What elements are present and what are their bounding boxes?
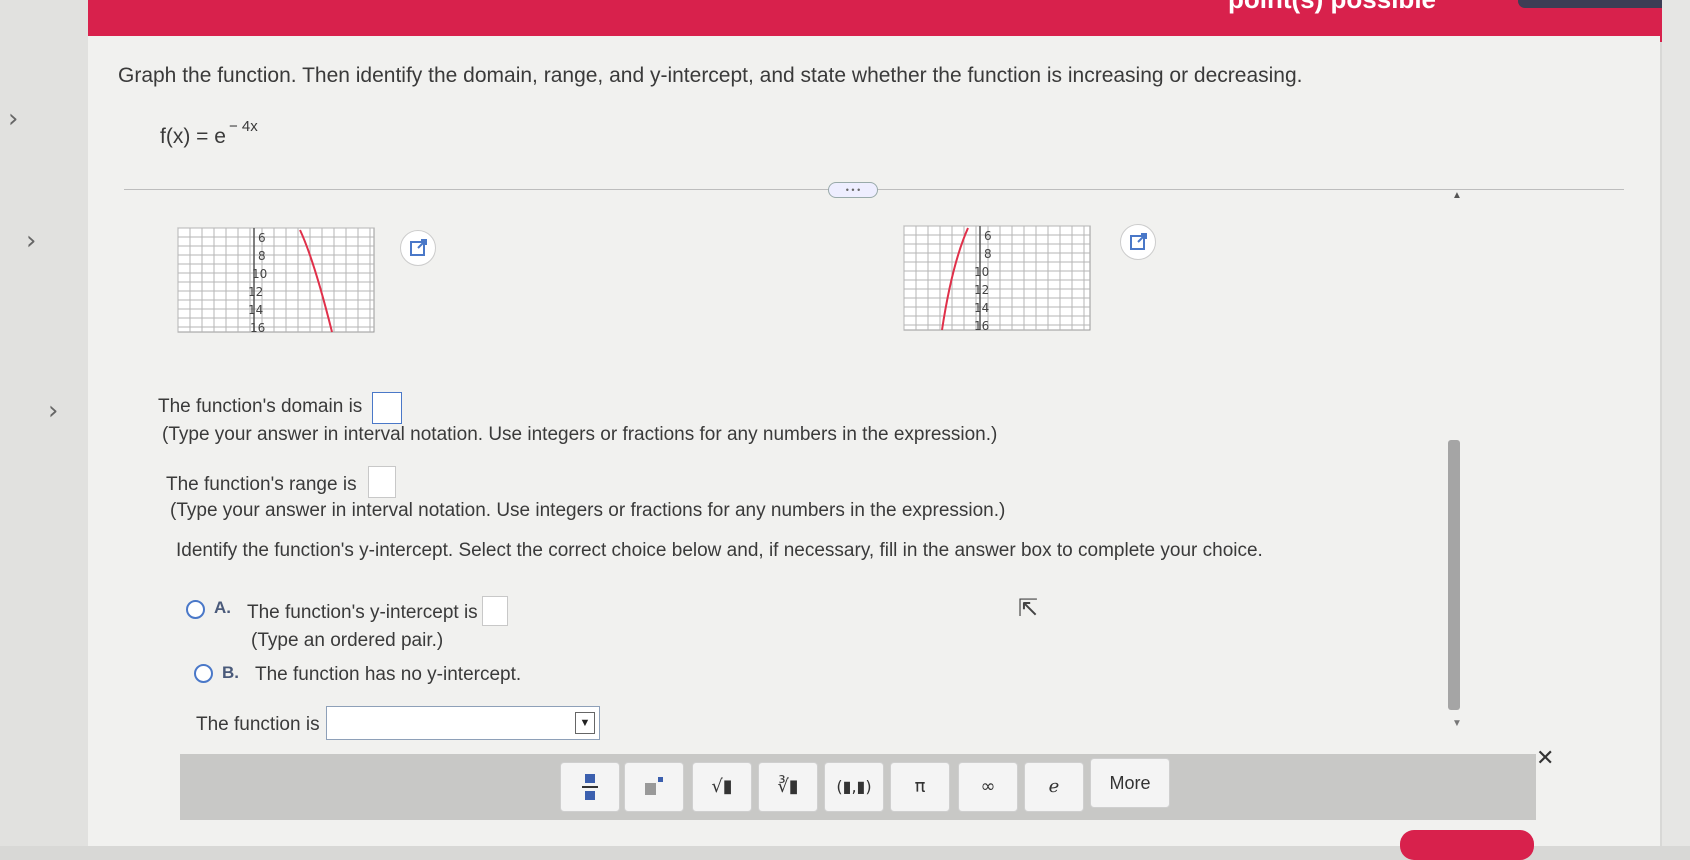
- points-possible-text: point(s) possible: [1228, 0, 1436, 15]
- range-answer-box[interactable]: [368, 466, 396, 498]
- graph-1-tick: 14: [248, 303, 263, 317]
- infinity-button[interactable]: ∞: [958, 762, 1018, 812]
- graph-1-tick: 6: [258, 231, 266, 245]
- function-exponent: − 4x: [228, 118, 258, 135]
- graph-2-tick: 16: [974, 319, 989, 332]
- choice-a-text: The function's y-intercept is: [247, 602, 478, 623]
- choice-b-text: The function has no y-intercept.: [255, 664, 522, 685]
- right-edge: [1662, 0, 1690, 846]
- exponent-button[interactable]: [624, 762, 684, 812]
- resize-handle[interactable]: • • •: [828, 182, 878, 198]
- dropdown-arrow-icon[interactable]: ▼: [575, 712, 595, 734]
- close-toolbar-icon[interactable]: ✕: [1536, 746, 1554, 771]
- expand-chevron-icon[interactable]: ›: [26, 226, 36, 256]
- next-button[interactable]: [1400, 830, 1534, 860]
- graph-1-tick: 12: [248, 285, 263, 299]
- graph-1-tick: 16: [250, 321, 265, 334]
- choice-b-radio[interactable]: [194, 664, 213, 683]
- increasing-decreasing-select[interactable]: ▼: [326, 706, 600, 740]
- question-prompt: Graph the function. Then identify the do…: [118, 64, 1303, 87]
- graph-2-tick: 6: [984, 229, 992, 243]
- graph-option-2[interactable]: 6 8 10 12 14 16: [902, 224, 1092, 332]
- scroll-down-arrow-icon[interactable]: ▼: [1452, 718, 1462, 729]
- domain-hint: (Type your answer in interval notation. …: [162, 424, 998, 445]
- graph-2-tick: 10: [974, 265, 989, 279]
- expand-chevron-icon[interactable]: ›: [8, 104, 18, 134]
- enlarge-graph-1-icon[interactable]: [400, 230, 436, 266]
- nth-root-button[interactable]: ∛▮: [758, 762, 818, 812]
- graph-1-tick: 8: [258, 249, 266, 263]
- choice-a-radio[interactable]: [186, 600, 205, 619]
- graph-2-tick: 14: [974, 301, 989, 315]
- scrollbar-thumb[interactable]: [1448, 440, 1460, 710]
- y-intercept-answer-box[interactable]: [482, 596, 508, 626]
- pi-button[interactable]: π: [890, 762, 950, 812]
- domain-answer-box[interactable]: [372, 392, 402, 424]
- graph-option-1[interactable]: 6 8 10 12 14 16: [176, 226, 376, 334]
- domain-label: The function's domain is: [158, 396, 363, 417]
- e-constant-button[interactable]: e: [1024, 762, 1084, 812]
- mouse-cursor-icon: ⇱: [1018, 594, 1039, 622]
- ordered-pair-button[interactable]: (▮,▮): [824, 762, 884, 812]
- choice-a-hint: (Type an ordered pair.): [251, 630, 444, 651]
- function-is-label: The function is: [196, 714, 320, 735]
- choice-b-letter: B.: [222, 663, 239, 682]
- range-hint: (Type your answer in interval notation. …: [170, 500, 1006, 521]
- intercept-instruction: Identify the function's y-intercept. Sel…: [176, 540, 1263, 561]
- square-root-button[interactable]: √▮: [692, 762, 752, 812]
- graph-2-svg: 6 8 10 12 14 16: [903, 225, 1091, 332]
- function-lhs: f(x) = e: [160, 125, 226, 148]
- scroll-up-arrow-icon[interactable]: ▲: [1452, 190, 1462, 201]
- enlarge-graph-2-icon[interactable]: [1120, 224, 1156, 260]
- choice-a-letter: A.: [214, 598, 231, 617]
- function-definition: f(x) = e − 4x: [160, 118, 258, 149]
- graph-1-tick: 10: [252, 267, 267, 281]
- more-button[interactable]: More: [1090, 758, 1170, 808]
- expand-chevron-icon[interactable]: ›: [48, 396, 58, 426]
- fraction-button[interactable]: [560, 762, 620, 812]
- graph-2-tick: 12: [974, 283, 989, 297]
- graph-1-svg: 6 8 10 12 14 16: [177, 227, 375, 334]
- range-label: The function's range is: [166, 474, 357, 495]
- graph-2-tick: 8: [984, 247, 992, 261]
